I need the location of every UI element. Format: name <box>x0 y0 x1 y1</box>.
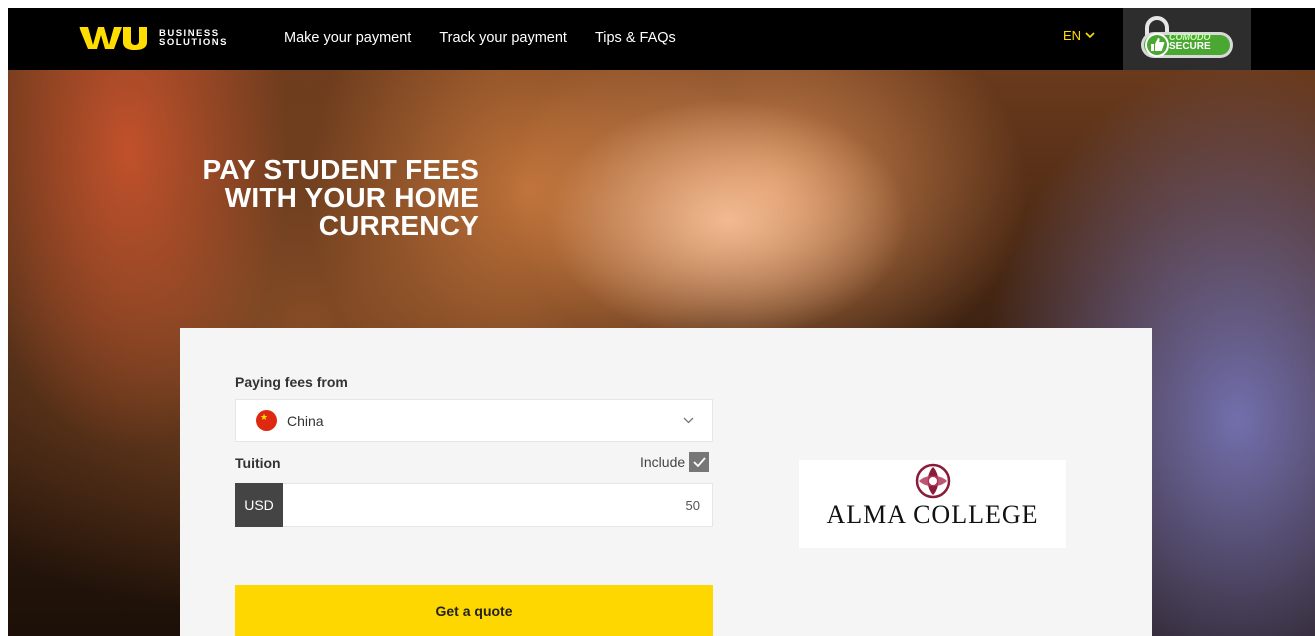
quote-form-card: Paying fees from ★ China Tuition Include <box>180 328 1152 636</box>
language-label: EN <box>1063 28 1082 43</box>
include-label: Include <box>640 454 686 470</box>
country-select[interactable]: ★ China <box>235 399 713 442</box>
nav-tips-faqs[interactable]: Tips & FAQs <box>595 30 676 46</box>
logo-line-solutions: SOLUTIONS <box>159 37 228 48</box>
hero-title-line-1: PAY STUDENT FEES <box>202 154 479 185</box>
hero-title-line-3: CURRENCY <box>318 210 479 241</box>
hero-title: PAY STUDENT FEES WITH YOUR HOME CURRENCY <box>139 156 479 240</box>
college-name: ALMA COLLEGE <box>826 500 1039 529</box>
currency-badge: USD <box>235 483 283 527</box>
comodo-secure-badge[interactable]: COMODO SECURE <box>1123 8 1251 70</box>
get-quote-button[interactable]: Get a quote <box>235 585 713 636</box>
secure-badge-secure: SECURE <box>1169 41 1211 52</box>
tuition-amount-field: USD <box>235 483 713 527</box>
tuition-label: Tuition <box>235 455 281 471</box>
college-emblem-icon <box>915 463 950 499</box>
wu-logo[interactable]: BUSINESS SOLUTIONS <box>79 24 228 52</box>
page: BUSINESS SOLUTIONS Make your payment Tra… <box>8 8 1315 636</box>
nav-track-payment[interactable]: Track your payment <box>439 30 567 46</box>
main-nav: Make your payment Track your payment Tip… <box>284 8 704 68</box>
language-selector[interactable]: EN <box>1063 28 1095 43</box>
wu-logo-mark <box>79 26 147 50</box>
top-navigation-bar: BUSINESS SOLUTIONS Make your payment Tra… <box>8 8 1315 70</box>
paying-from-label: Paying fees from <box>235 374 348 390</box>
nav-make-payment[interactable]: Make your payment <box>284 30 411 46</box>
logo-text: BUSINESS SOLUTIONS <box>159 29 228 48</box>
chevron-down-icon <box>683 417 694 424</box>
secure-badge-text: COMODO SECURE <box>1169 32 1211 52</box>
hero-title-line-2: WITH YOUR HOME <box>224 182 479 213</box>
chevron-down-icon <box>1085 32 1095 39</box>
country-selected-value: China <box>287 412 324 429</box>
hero-banner: PAY STUDENT FEES WITH YOUR HOME CURRENCY… <box>8 70 1315 636</box>
checkmark-icon <box>693 457 706 467</box>
china-flag-icon: ★ <box>256 410 277 431</box>
college-logo: ALMA COLLEGE <box>799 460 1066 548</box>
tuition-amount-input[interactable] <box>283 484 712 526</box>
include-tuition-toggle[interactable]: Include <box>640 452 710 472</box>
include-checkbox[interactable] <box>689 452 710 472</box>
